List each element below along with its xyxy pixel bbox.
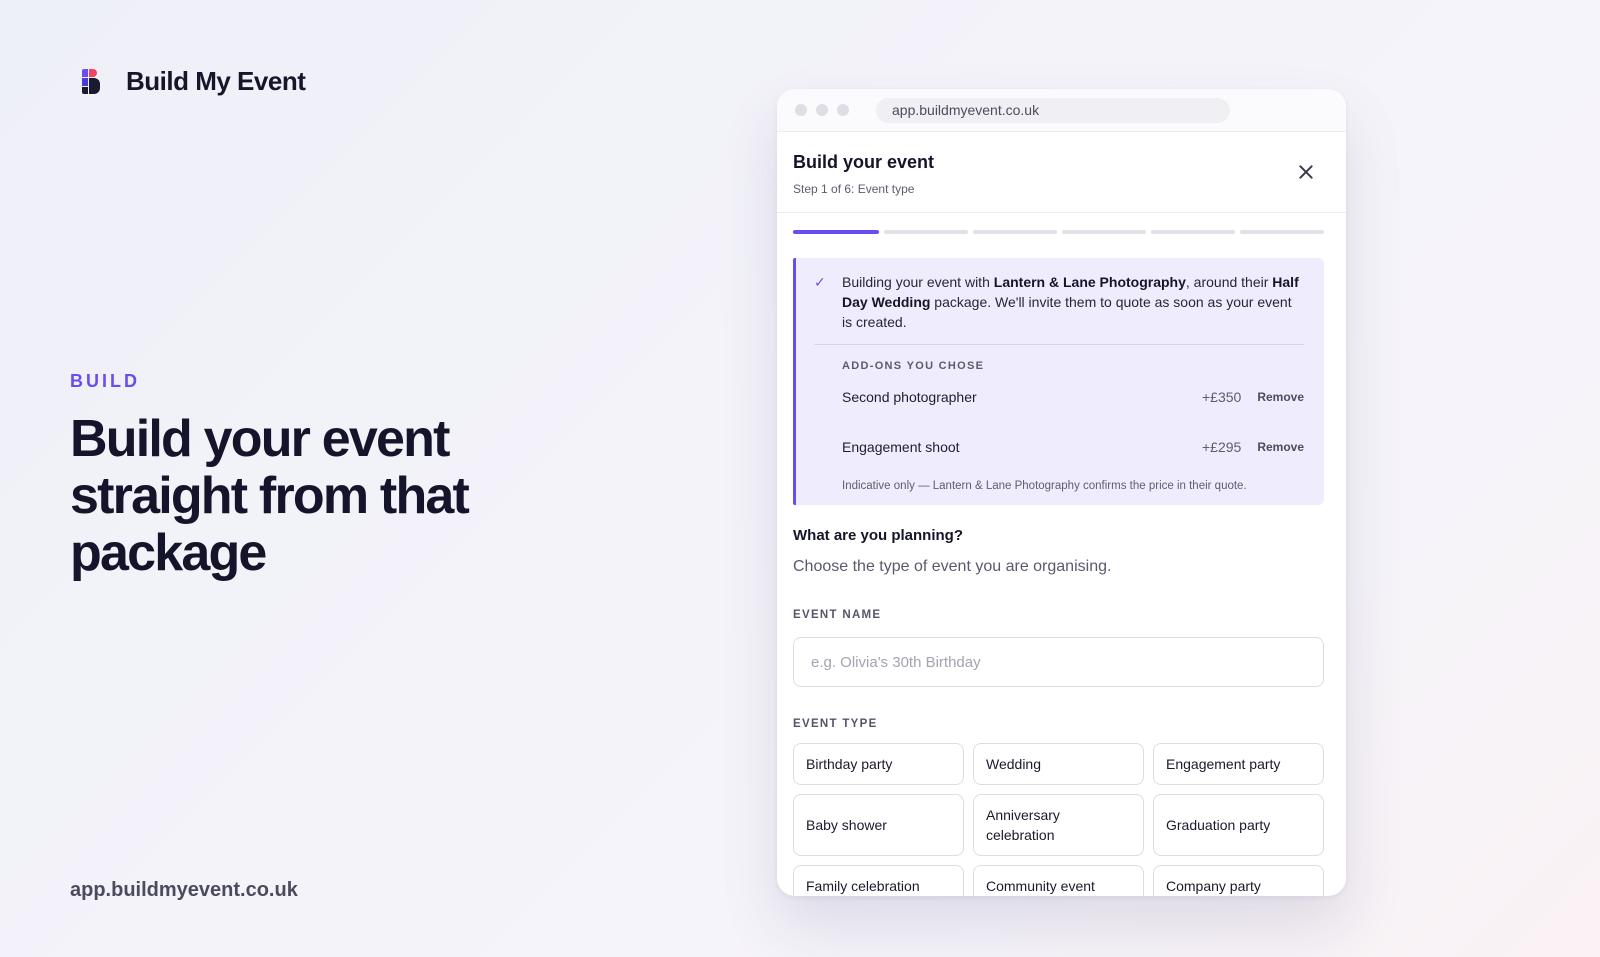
section-eyebrow: BUILD [70, 371, 140, 391]
progress-segment-3 [972, 230, 1057, 234]
event-type-option[interactable]: Graduation party [1153, 794, 1324, 856]
event-type-option[interactable]: Engagement party [1153, 743, 1324, 785]
notice-text: Building your event with Lantern & Lane … [842, 272, 1304, 332]
addon-row: Second photographer +£350 Remove [842, 372, 1304, 422]
brand[interactable]: Build My Event [80, 66, 306, 97]
notice-text-middle: , around their [1185, 274, 1273, 290]
addon-price: +£295 [1201, 439, 1242, 455]
planning-subtitle: Choose the type of event you are organis… [793, 558, 1112, 575]
package-notice: ✓ Building your event with Lantern & Lan… [793, 258, 1324, 505]
event-type-option[interactable]: Company party [1153, 865, 1324, 896]
event-type-option[interactable]: Community event [973, 865, 1144, 896]
addon-name: Second photographer [842, 389, 977, 405]
modal-header: Build your event Step 1 of 6: Event type [777, 132, 1346, 213]
event-type-option[interactable]: Family celebration [793, 865, 964, 896]
vendor-name: Lantern & Lane Photography [993, 274, 1186, 290]
event-type-option[interactable]: Anniversary celebration [973, 794, 1144, 856]
addons-label: ADD-ONS YOU CHOSE [842, 360, 985, 372]
event-name-input[interactable] [793, 637, 1324, 687]
notice-text-prefix: Building your event with [842, 274, 994, 290]
progress-segment-1 [793, 230, 879, 234]
step-indicator: Step 1 of 6: Event type [793, 182, 915, 196]
window-maximize-dot[interactable] [837, 104, 849, 116]
hero-headline: Build your event straight from that pack… [70, 410, 470, 582]
address-bar[interactable]: app.buildmyevent.co.uk [876, 97, 1230, 123]
check-icon: ✓ [814, 274, 826, 290]
close-icon[interactable] [1296, 162, 1316, 182]
browser-window: app.buildmyevent.co.uk Build your event … [777, 89, 1346, 896]
browser-chrome: app.buildmyevent.co.uk [777, 89, 1346, 132]
addon-price: +£350 [1201, 389, 1242, 405]
event-type-option[interactable]: Baby shower [793, 794, 964, 856]
event-type-option[interactable]: Birthday party [793, 743, 964, 785]
divider [814, 344, 1304, 345]
planning-question: What are you planning? [793, 527, 964, 544]
event-type-option[interactable]: Wedding [973, 743, 1144, 785]
price-footnote: Indicative only — Lantern & Lane Photogr… [842, 480, 1247, 492]
build-my-event-logo-icon [80, 68, 104, 96]
addon-row: Engagement shoot +£295 Remove [842, 422, 1304, 472]
event-name-label: EVENT NAME [793, 609, 882, 621]
window-minimize-dot[interactable] [816, 104, 828, 116]
footer-url[interactable]: app.buildmyevent.co.uk [70, 879, 298, 902]
progress-segment-6 [1239, 230, 1324, 234]
step-progress-bar [777, 230, 1346, 234]
event-type-label: EVENT TYPE [793, 718, 878, 730]
progress-segment-2 [883, 230, 968, 234]
event-type-grid: Birthday party Wedding Engagement party … [793, 743, 1346, 896]
window-close-dot[interactable] [795, 104, 807, 116]
addon-name: Engagement shoot [842, 439, 960, 455]
remove-addon-button[interactable]: Remove [1257, 390, 1304, 404]
remove-addon-button[interactable]: Remove [1257, 440, 1304, 454]
progress-segment-4 [1061, 230, 1146, 234]
brand-name: Build My Event [126, 66, 306, 96]
modal-title: Build your event [793, 152, 935, 172]
progress-segment-5 [1150, 230, 1235, 234]
